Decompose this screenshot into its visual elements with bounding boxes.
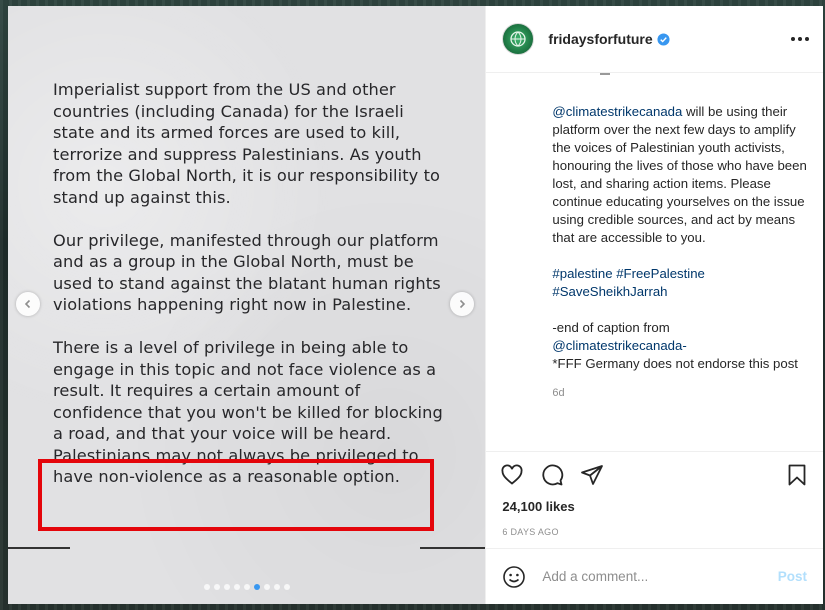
carousel-dot xyxy=(244,584,250,590)
carousel-dot-active xyxy=(254,584,260,590)
caption-body: @climatestrikecanada will be using their… xyxy=(552,104,807,245)
post-comment-button[interactable]: Post xyxy=(778,569,807,584)
chevron-left-icon xyxy=(24,299,31,309)
red-highlight-box xyxy=(38,459,434,531)
emoji-icon[interactable] xyxy=(502,565,526,589)
post-image-text: Imperialist support from the US and othe… xyxy=(53,79,448,509)
more-options-button[interactable] xyxy=(791,37,809,41)
comment-input[interactable] xyxy=(540,568,778,585)
more-options-icon xyxy=(791,37,795,41)
carousel-dot xyxy=(274,584,280,590)
post-modal: Imperialist support from the US and othe… xyxy=(8,6,823,604)
carousel-dot xyxy=(234,584,240,590)
carousel-indicator xyxy=(204,584,290,590)
carousel-dot xyxy=(214,584,220,590)
post-image: Imperialist support from the US and othe… xyxy=(8,6,486,604)
mention-link-2[interactable]: @climatestrikecanada- xyxy=(552,337,807,355)
chevron-right-icon xyxy=(459,299,466,309)
caption-age: 6d xyxy=(552,387,565,399)
avatar[interactable] xyxy=(502,23,535,55)
carousel-dot xyxy=(204,584,210,590)
image-paragraph-2: Our privilege, manifested through our pl… xyxy=(53,230,441,315)
caption-area[interactable]: @climatestrikecanada will be using their… xyxy=(486,73,823,451)
caption-end-line: -end of caption from xyxy=(552,320,670,335)
carousel-dot xyxy=(224,584,230,590)
verified-badge-icon xyxy=(657,32,670,46)
image-paragraph-1: Imperialist support from the US and othe… xyxy=(53,80,441,207)
scrolled-text-fragment xyxy=(600,73,611,79)
heart-icon[interactable] xyxy=(500,463,524,487)
hashtag-links[interactable]: #palestine #FreePalestine #SaveSheikhJar… xyxy=(552,265,807,301)
action-bar xyxy=(486,451,823,498)
previous-slide-button[interactable] xyxy=(16,292,40,316)
likes-count[interactable]: 24,100 likes xyxy=(486,499,823,514)
post-timestamp: 6 DAYS AGO xyxy=(502,527,559,537)
username-link[interactable]: fridaysforfuture xyxy=(548,31,652,47)
caption-disclaimer: *FFF Germany does not endorse this post xyxy=(552,356,798,371)
mention-link[interactable]: @climatestrikecanada xyxy=(552,104,682,119)
decorative-line-left xyxy=(8,547,70,549)
share-icon[interactable] xyxy=(580,463,604,487)
post-header: fridaysforfuture xyxy=(486,6,823,73)
bookmark-icon[interactable] xyxy=(785,463,809,487)
globe-logo-icon xyxy=(510,31,527,47)
next-slide-button[interactable] xyxy=(450,292,474,316)
decorative-line-right xyxy=(420,547,486,549)
comment-icon[interactable] xyxy=(540,463,564,487)
comment-bar: Post xyxy=(486,548,823,604)
post-side-panel: fridaysforfuture @climatestrikecanada wi… xyxy=(485,6,823,604)
carousel-dot xyxy=(264,584,270,590)
carousel-dot xyxy=(284,584,290,590)
